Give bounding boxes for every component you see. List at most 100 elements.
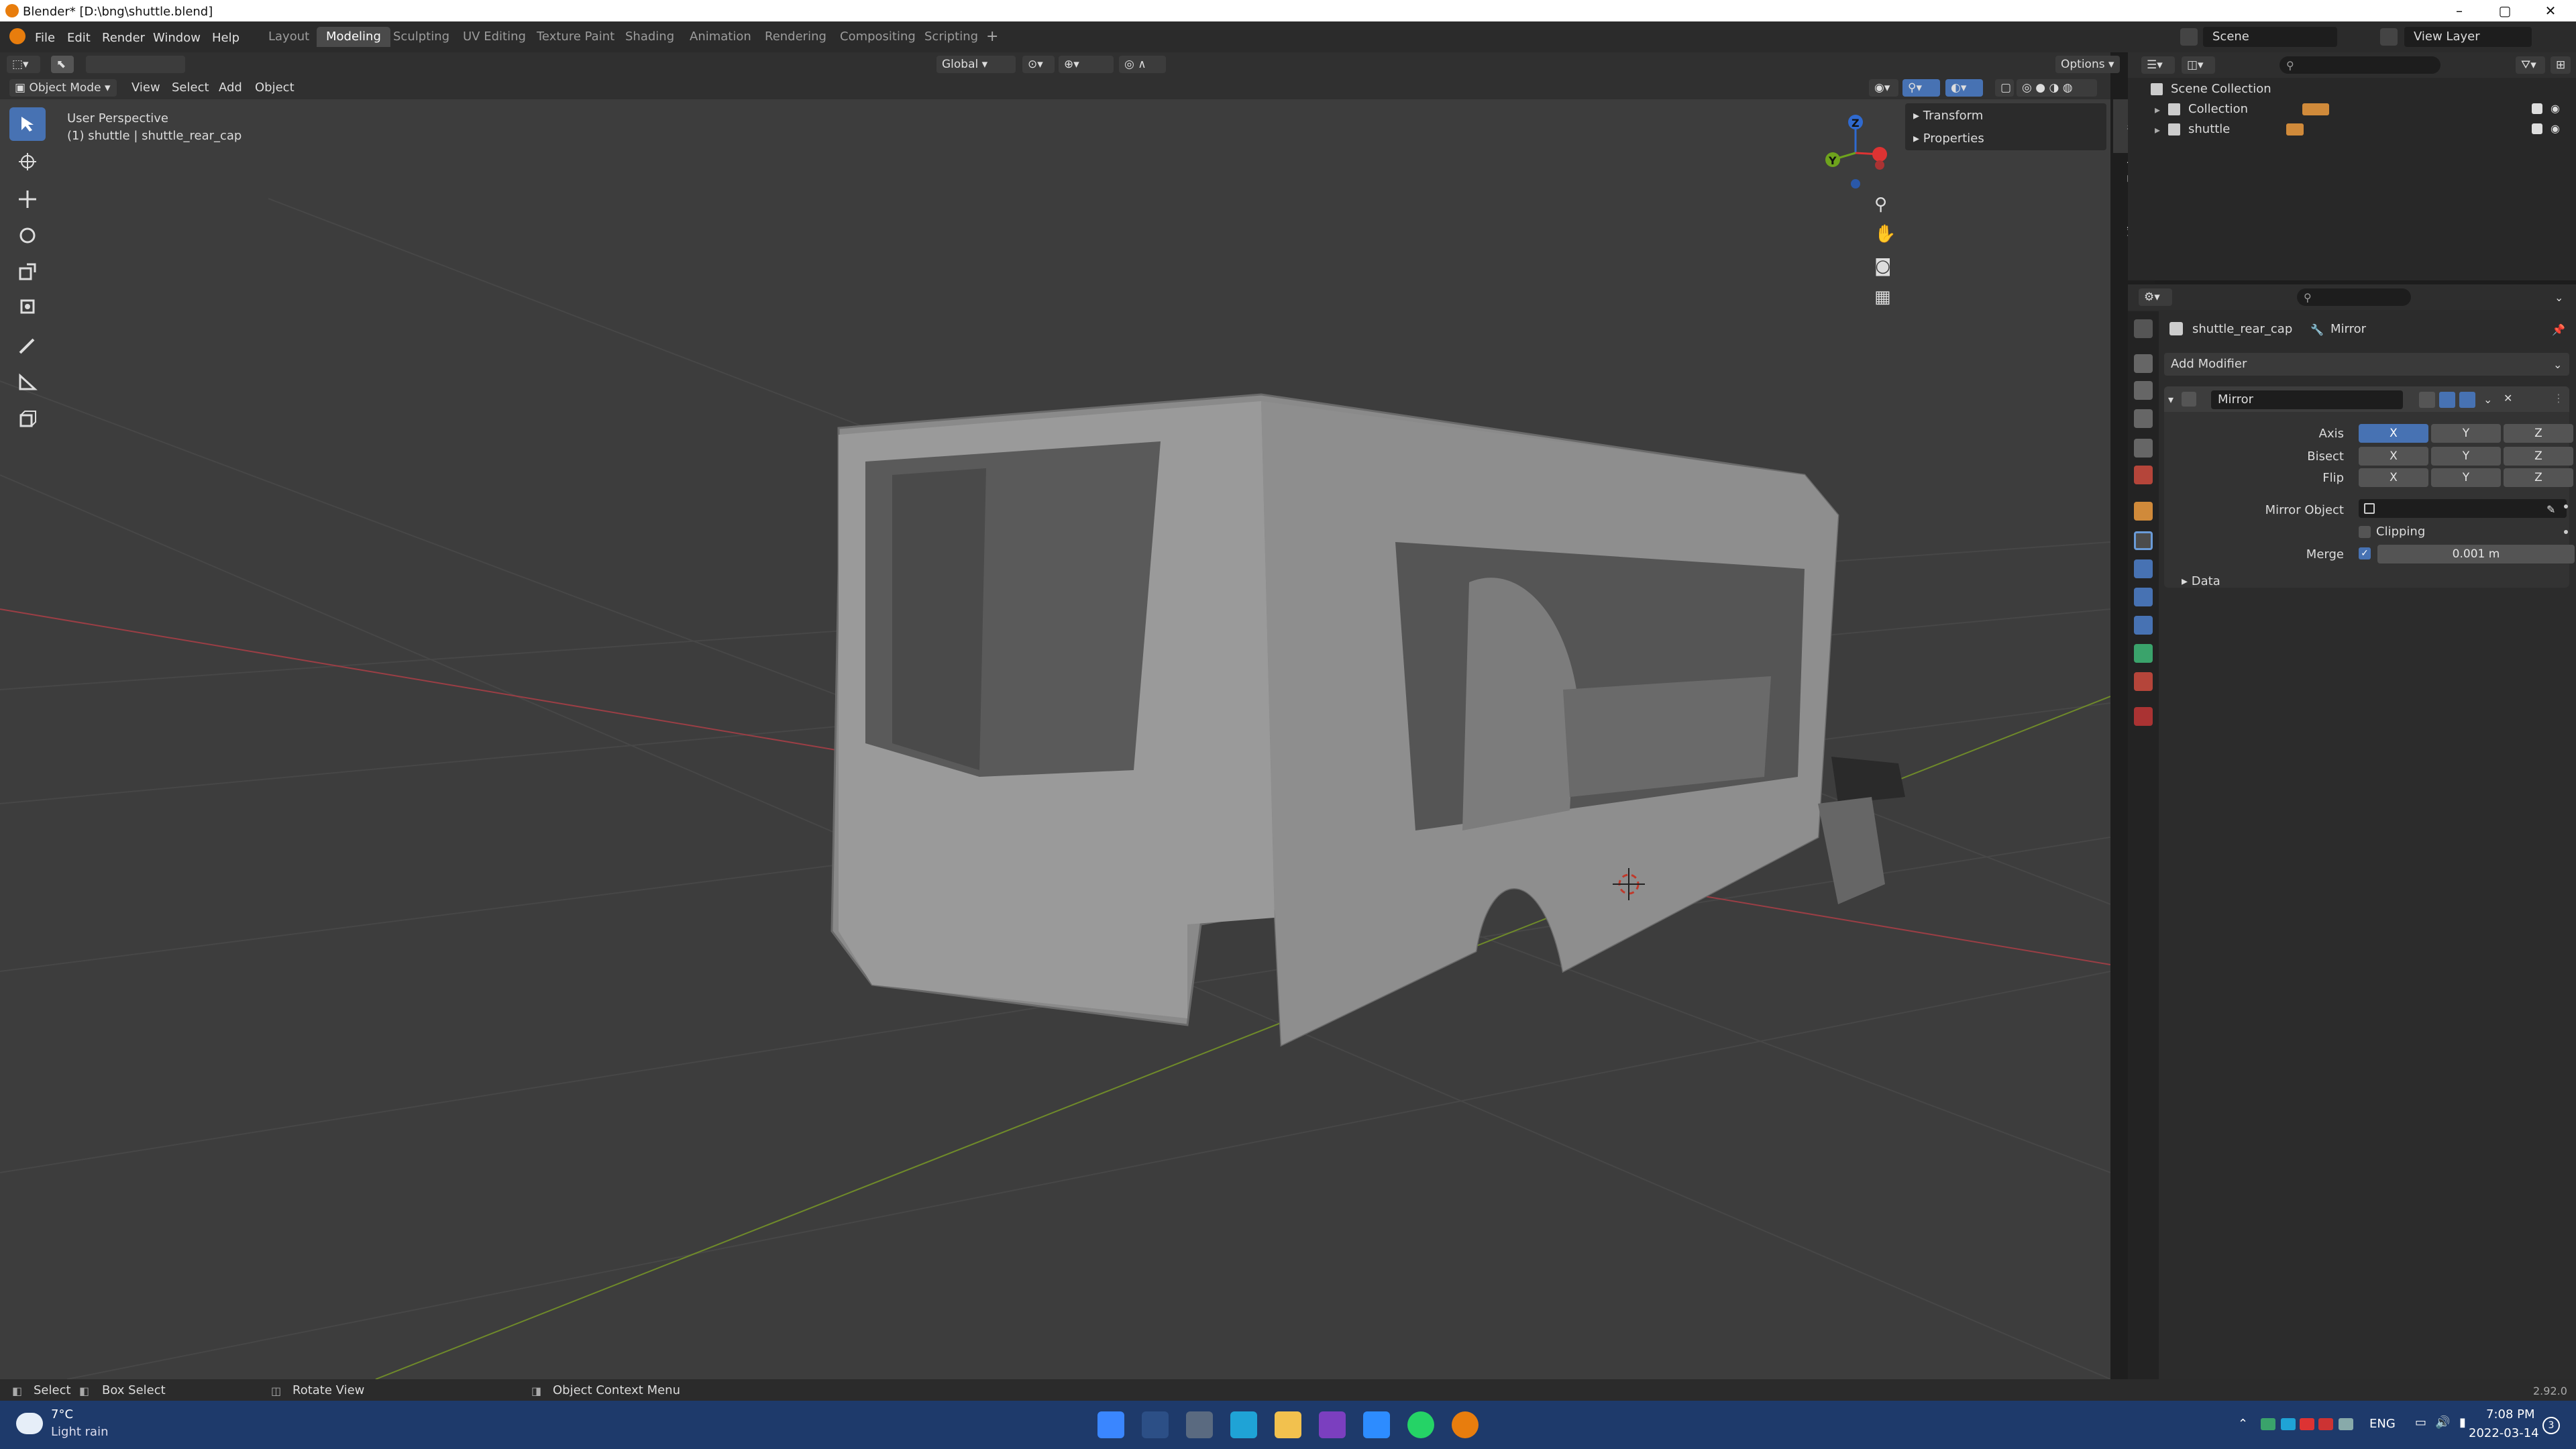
tab-scripting[interactable]: Scripting [915, 27, 987, 47]
menu-select[interactable]: Select [172, 82, 209, 94]
tab-texture-paint[interactable]: Texture Paint [527, 27, 624, 47]
zoom-icon[interactable]: ⚲ [1874, 195, 1887, 215]
exclude-checkbox[interactable] [2532, 123, 2542, 134]
new-collection-button[interactable]: ⊞ [2551, 56, 2571, 74]
modifier-menu-chevron-icon[interactable]: ⌄ [2483, 393, 2492, 406]
rotate-tool[interactable] [9, 219, 46, 252]
tray-app-icon[interactable] [2261, 1418, 2275, 1430]
bisect-z-toggle[interactable]: Z [2504, 447, 2573, 466]
start-windows-icon[interactable] [1097, 1411, 1124, 1438]
physics-tab-icon[interactable] [2134, 588, 2153, 606]
outliner-editor-type-button[interactable]: ☰▾ [2141, 56, 2175, 74]
menu-add[interactable]: Add [219, 82, 242, 94]
axis-y-toggle[interactable]: Y [2431, 424, 2501, 443]
show-hidden-icons-chevron[interactable]: ⌃ [2238, 1418, 2248, 1430]
options-chevron-icon[interactable]: ⌄ [2555, 291, 2563, 304]
outliner-row-collection[interactable]: ▸ Collection ◉ [2155, 99, 2571, 119]
add-cube-tool[interactable] [9, 402, 46, 436]
scene-icon[interactable] [2180, 28, 2198, 46]
task-view-icon[interactable] [1186, 1411, 1213, 1438]
view-layer-field[interactable]: View Layer [2404, 27, 2532, 47]
snapping-button[interactable]: ⊕▾ [1059, 56, 1114, 73]
outliner-row-scene-collection[interactable]: Scene Collection [2151, 79, 2553, 99]
transform-tool[interactable] [9, 290, 46, 323]
select-box-tool[interactable] [9, 107, 46, 141]
eyedropper-icon[interactable]: ✎ [2546, 500, 2555, 519]
view-layer-icon[interactable] [2380, 28, 2398, 46]
constraints-tab-icon[interactable] [2134, 616, 2153, 635]
camera-view-icon[interactable]: ◙ [1874, 256, 1891, 276]
material-tab-icon[interactable] [2134, 672, 2153, 691]
world-tab-icon[interactable] [2134, 466, 2153, 484]
pan-hand-icon[interactable]: ✋ [1874, 224, 1896, 244]
flip-y-toggle[interactable]: Y [2431, 468, 2501, 487]
flip-z-toggle[interactable]: Z [2504, 468, 2573, 487]
texture-tab-icon[interactable] [2134, 707, 2153, 726]
merge-checkbox[interactable]: ✓ [2359, 547, 2371, 559]
3d-viewport[interactable]: User Perspective (1) shuttle | shuttle_r… [0, 99, 2110, 1379]
network-icon[interactable]: ▭ [2415, 1417, 2426, 1429]
zoom-app-icon[interactable] [1363, 1411, 1390, 1438]
search-icon[interactable] [1142, 1411, 1169, 1438]
properties-panel-header[interactable]: ▸ Properties [1913, 133, 1984, 145]
weather-cloud-icon[interactable] [16, 1413, 43, 1434]
bisect-x-toggle[interactable]: X [2359, 447, 2428, 466]
visibility-button[interactable]: ◉▾ [1869, 79, 1898, 97]
file-explorer-icon[interactable] [1275, 1411, 1301, 1438]
properties-search-input[interactable]: ⚲ [2297, 288, 2411, 306]
edge-browser-icon[interactable] [1230, 1411, 1257, 1438]
object-mode-dropdown[interactable]: ▣ Object Mode ▾ [9, 79, 117, 97]
display-mode-button[interactable]: ◫▾ [2182, 56, 2215, 74]
minimize-button[interactable]: – [2446, 3, 2473, 19]
blender-menu-icon[interactable] [9, 28, 25, 44]
menu-edit[interactable]: Edit [67, 31, 91, 45]
shading-mode-buttons[interactable]: ◎ ● ◑ ◍ [2017, 79, 2097, 97]
eye-icon[interactable]: ◉ [2551, 122, 2560, 135]
flip-x-toggle[interactable]: X [2359, 468, 2428, 487]
select-tool-icon[interactable]: ⬉ [51, 56, 74, 73]
filter-button[interactable]: ⛛▾ [2516, 56, 2545, 74]
cursor-tool[interactable] [9, 145, 46, 178]
tab-modeling[interactable]: Modeling [317, 27, 390, 47]
particles-tab-icon[interactable] [2134, 559, 2153, 578]
xray-toggle-button[interactable]: ▢ [1995, 79, 2014, 97]
tab-uv-editing[interactable]: UV Editing [453, 27, 535, 47]
menu-render[interactable]: Render [102, 31, 145, 45]
modifier-tab-icon[interactable] [2134, 531, 2153, 550]
render-toggle-icon[interactable] [2459, 392, 2475, 408]
annotate-tool[interactable] [9, 329, 46, 362]
measure-tool[interactable] [9, 365, 46, 398]
options-dropdown[interactable]: Options ▾ [2055, 56, 2120, 73]
keyboard-icon[interactable] [2339, 1418, 2353, 1430]
overlay-toggle-button[interactable]: ◐▾ [1945, 79, 1983, 97]
tab-shading[interactable]: Shading [616, 27, 684, 47]
scene-field[interactable]: Scene [2203, 27, 2337, 47]
keyframe-dot-icon[interactable] [2564, 530, 2568, 534]
scene-tab-icon[interactable] [2134, 439, 2153, 458]
transform-orientation-dropdown[interactable]: Global ▾ [936, 56, 1016, 73]
clipping-checkbox[interactable] [2359, 526, 2371, 538]
object-data-tab-icon[interactable] [2134, 644, 2153, 663]
remove-modifier-icon[interactable]: ✕ [2504, 392, 2512, 405]
exclude-checkbox[interactable] [2532, 103, 2542, 114]
tray-red-icon[interactable] [2300, 1418, 2314, 1430]
expand-arrow-icon[interactable]: ▸ [2155, 123, 2160, 136]
drag-handle-icon[interactable]: ⋮ [2553, 392, 2564, 405]
tab-compositing[interactable]: Compositing [830, 27, 925, 47]
move-tool[interactable] [9, 182, 46, 216]
axis-x-toggle[interactable]: X [2359, 424, 2428, 443]
tray-red-icon-2[interactable] [2318, 1418, 2333, 1430]
expand-arrow-icon[interactable]: ▸ [2155, 103, 2160, 116]
blender-taskbar-icon[interactable] [1452, 1411, 1479, 1438]
menu-view[interactable]: View [131, 82, 160, 94]
modifier-name-field[interactable]: Mirror [2211, 390, 2403, 409]
keyframe-dot-icon[interactable] [2564, 504, 2568, 508]
output-tab-icon[interactable] [2134, 381, 2153, 400]
gizmo-toggle-button[interactable]: ⚲▾ [1902, 79, 1940, 97]
outliner-search-input[interactable]: ⚲ [2279, 56, 2440, 74]
object-tab-icon[interactable] [2134, 502, 2153, 521]
clock-date[interactable]: 2022-03-14 [2469, 1428, 2539, 1440]
tool-tab-icon[interactable] [2134, 319, 2153, 338]
outliner-row-shuttle[interactable]: ▸ shuttle ◉ [2155, 119, 2571, 140]
notification-badge[interactable]: 3 [2542, 1417, 2560, 1434]
